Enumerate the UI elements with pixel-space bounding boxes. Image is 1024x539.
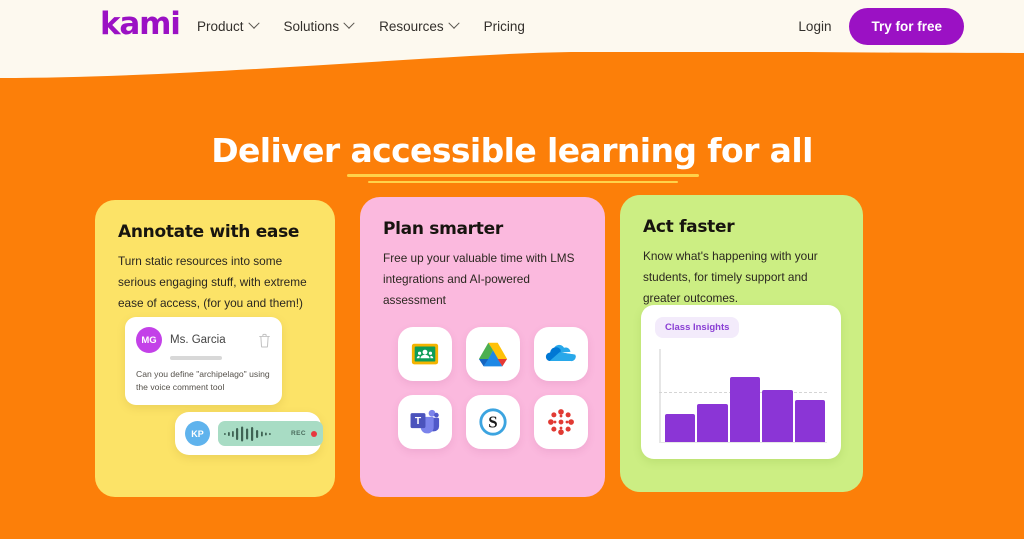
try-for-free-button[interactable]: Try for free [849, 7, 964, 45]
app-tile-google-classroom[interactable] [398, 327, 452, 381]
hero-content: Deliver accessible learning for all Anno… [0, 0, 1024, 539]
rec-label: REC [291, 430, 306, 437]
headline-part-2: for all [696, 131, 813, 170]
headline-part-1: Deliver [211, 131, 351, 170]
page-title: Deliver accessible learning for all [0, 131, 1024, 183]
avatar: MG [136, 327, 162, 353]
header-actions: Login Try for free [798, 0, 964, 52]
headline-highlight: accessible learning [347, 131, 700, 183]
login-link[interactable]: Login [798, 19, 831, 34]
app-tile-schoology[interactable]: S [466, 395, 520, 449]
waveform-icon [224, 426, 271, 441]
bar-chart [659, 349, 827, 443]
status-badge: Class Insights [655, 317, 740, 338]
chevron-down-icon [447, 17, 460, 29]
chart-x-axis [659, 441, 827, 443]
record-dot-icon [310, 430, 317, 437]
nav-label-solutions: Solutions [283, 18, 340, 34]
kami-logo[interactable]: kami [100, 9, 181, 40]
nav-item-pricing[interactable]: Pricing [484, 19, 525, 34]
comment-text: Can you define "archipelago" using the v… [136, 369, 270, 392]
chart-y-axis [659, 349, 661, 443]
main-navigation: Product Solutions Resources Pricing [197, 0, 525, 52]
app-tile-onedrive[interactable] [534, 327, 588, 381]
app-tile-microsoft-teams[interactable]: T [398, 395, 452, 449]
feature-card-annotate: Annotate with ease Turn static resources… [95, 200, 335, 497]
svg-text:T: T [415, 416, 422, 427]
app-tile-canvas[interactable] [534, 395, 588, 449]
integration-app-grid: T S [398, 327, 588, 449]
nav-label-pricing: Pricing [483, 18, 525, 34]
nav-item-solutions[interactable]: Solutions [283, 17, 355, 34]
site-header: kami Product Solutions Resources Pricing… [0, 0, 1024, 52]
feature-card-plan: Plan smarter Free up your valuable time … [360, 197, 605, 497]
card-title-plan: Plan smarter [383, 219, 503, 239]
chart-bar [729, 376, 761, 442]
comment-header: MG Ms. Garcia [136, 327, 271, 353]
comment-widget[interactable]: MG Ms. Garcia Can you define "archipelag… [125, 317, 282, 405]
nav-label-resources: Resources [379, 18, 444, 34]
trash-icon[interactable] [258, 333, 271, 348]
nav-label-product: Product [197, 18, 244, 34]
class-insights-widget[interactable]: Class Insights [641, 305, 841, 459]
app-tile-google-drive[interactable] [466, 327, 520, 381]
card-title-act: Act faster [643, 217, 735, 237]
card-title-annotate: Annotate with ease [118, 222, 300, 242]
microsoft-teams-icon: T [410, 409, 440, 434]
chevron-down-icon [247, 17, 260, 29]
feature-card-act: Act faster Know what's happening with yo… [620, 195, 863, 492]
chart-bar [794, 399, 826, 442]
nav-item-resources[interactable]: Resources [379, 17, 460, 34]
chevron-down-icon [343, 17, 355, 29]
avatar: KP [185, 421, 210, 446]
nav-item-product[interactable]: Product [197, 17, 260, 34]
canvas-icon [548, 409, 574, 435]
schoology-icon: S [479, 408, 507, 436]
audio-player[interactable]: REC [218, 421, 323, 446]
voice-comment-widget[interactable]: KP REC [175, 412, 323, 455]
google-drive-icon [478, 342, 508, 366]
feature-cards: Annotate with ease Turn static resources… [95, 195, 937, 500]
card-body-act: Know what's happening with your students… [643, 249, 818, 305]
google-classroom-icon [411, 343, 439, 365]
onedrive-icon [545, 344, 576, 362]
chart-bar [762, 389, 793, 442]
chart-bars [665, 350, 826, 442]
svg-text:S: S [488, 413, 497, 432]
comment-subtitle-placeholder [170, 356, 222, 360]
chart-bar [697, 403, 728, 442]
chart-bar [665, 413, 696, 442]
card-body-plan: Free up your valuable time with LMS inte… [383, 251, 575, 307]
card-body-annotate: Turn static resources into some serious … [118, 254, 307, 310]
comment-author: Ms. Garcia [170, 334, 226, 346]
